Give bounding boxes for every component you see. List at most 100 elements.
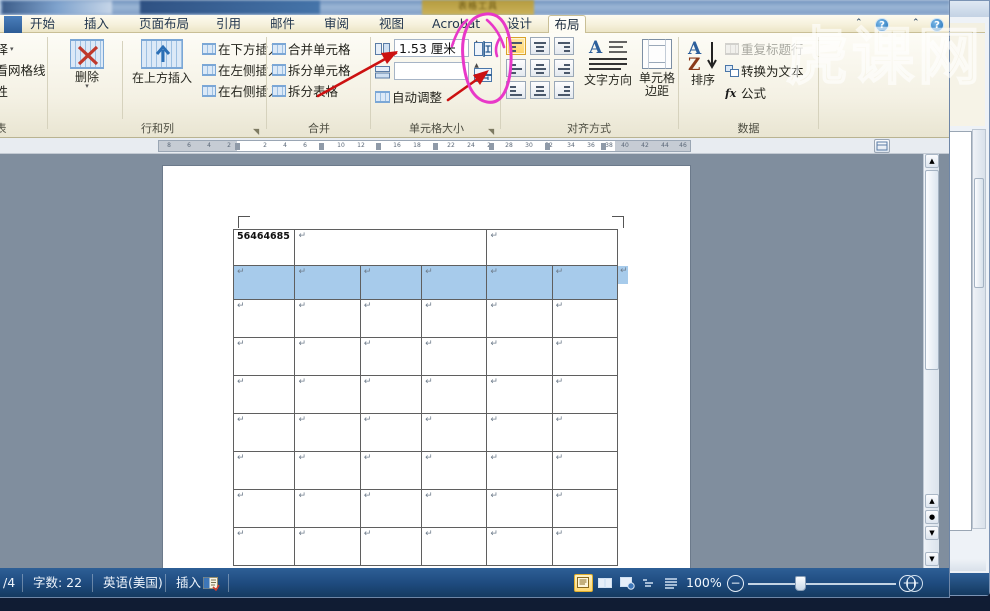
status-bar[interactable]: /4 字数: 22 英语(美国) 插入 100% − + xyxy=(0,568,949,597)
table-cell[interactable]: ↵ xyxy=(294,229,488,266)
table-cell[interactable]: ↵ xyxy=(486,413,553,452)
minimize-ribbon-icon[interactable]: ⌃ xyxy=(855,18,863,28)
zoom-slider-track[interactable] xyxy=(748,583,896,585)
table-row[interactable]: ↵ ↵ ↵ ↵ ↵ ↵ xyxy=(232,413,619,452)
table-cell[interactable]: ↵ xyxy=(486,451,553,490)
table-cell[interactable]: ↵ xyxy=(486,299,553,338)
table-cell[interactable]: ↵ xyxy=(421,413,488,452)
table-cell[interactable]: ↵ xyxy=(232,337,296,376)
ruler-column-marker[interactable] xyxy=(376,143,381,150)
text-direction-button[interactable]: A 文字方向 xyxy=(579,37,637,87)
autofit-button[interactable]: 自动调整 xyxy=(375,87,442,106)
align-middle-center-button[interactable] xyxy=(530,59,550,77)
distribute-columns-button[interactable] xyxy=(472,65,494,85)
table-cell[interactable]: ↵ xyxy=(421,527,488,566)
table-cell[interactable]: ↵ xyxy=(294,299,361,338)
table-cell[interactable]: ↵ xyxy=(294,337,361,376)
table-cell[interactable]: ↵ xyxy=(421,265,488,300)
convert-to-text-button[interactable]: 转换为文本 xyxy=(725,61,804,80)
ribbon-group-table[interactable]: 选择 ▾ 查看网格线 属性 表 xyxy=(0,33,46,138)
table-cell[interactable]: ↵ xyxy=(551,527,619,566)
document-page[interactable]: 56464685 ↵ ↵ ↵ ↵ ↵ ↵ ↵ ↵ ↵ ↵ ↵ ↵ ↵ ↵ ↵ ↵… xyxy=(163,166,690,568)
table-cell[interactable]: ↵ xyxy=(486,489,553,528)
document-table[interactable]: 56464685 ↵ ↵ ↵ ↵ ↵ ↵ ↵ ↵ ↵ ↵ ↵ ↵ ↵ ↵ ↵ ↵… xyxy=(232,229,619,566)
table-cell[interactable]: ↵ xyxy=(421,489,488,528)
ruler-toggle-button[interactable] xyxy=(874,139,890,153)
zoom-level-label[interactable]: 100% xyxy=(686,568,722,597)
align-top-center-button[interactable] xyxy=(530,37,550,55)
table-cell[interactable]: ↵ xyxy=(551,489,619,528)
web-layout-view-button[interactable] xyxy=(618,574,637,592)
align-bottom-center-button[interactable] xyxy=(530,81,550,99)
scroll-up-button[interactable]: ▲ xyxy=(925,154,939,168)
align-middle-left-button[interactable] xyxy=(506,59,526,77)
delete-table-button[interactable]: 删除 ▾ xyxy=(58,39,116,90)
language-indicator[interactable]: 英语(美国) xyxy=(96,568,170,597)
draft-view-button[interactable] xyxy=(662,574,681,592)
file-tab[interactable] xyxy=(4,16,22,33)
table-cell[interactable]: ↵ xyxy=(294,489,361,528)
ribbon-group-merge[interactable]: 合并单元格 拆分单元格 拆分表格 合并 xyxy=(269,33,369,138)
table-cell[interactable]: ↵ xyxy=(551,451,619,490)
tab-review[interactable]: 审阅 xyxy=(320,15,353,33)
table-cell[interactable]: ↵ xyxy=(232,489,296,528)
table-cell-number[interactable]: 56464685 xyxy=(232,229,296,266)
page-number-indicator[interactable]: /4 xyxy=(0,568,22,597)
formula-button[interactable]: fx 公式 xyxy=(724,83,766,102)
table-cell[interactable]: ↵ xyxy=(232,413,296,452)
table-row[interactable]: 56464685 ↵ ↵ xyxy=(232,229,618,266)
table-cell[interactable]: ↵ xyxy=(232,451,296,490)
background-minimize-ribbon-icon[interactable]: ⌃ xyxy=(912,18,920,28)
table-cell[interactable]: ↵ xyxy=(421,337,488,376)
table-cell[interactable]: ↵ xyxy=(486,337,553,376)
table-cell[interactable]: ↵ xyxy=(551,299,619,338)
ruler-column-marker[interactable] xyxy=(433,143,438,150)
table-cell[interactable]: ↵ xyxy=(359,299,423,338)
ruler-column-marker[interactable] xyxy=(319,143,324,150)
table-cell[interactable]: ↵ xyxy=(359,527,423,566)
next-page-button[interactable]: ▼ xyxy=(925,526,939,540)
ruler-column-marker[interactable] xyxy=(489,143,494,150)
tab-view[interactable]: 视图 xyxy=(375,15,408,33)
previous-page-button[interactable]: ▲ xyxy=(925,494,939,508)
background-window-scrollbar[interactable] xyxy=(972,129,986,529)
quick-access-toolbar[interactable] xyxy=(2,1,112,14)
align-bottom-right-button[interactable] xyxy=(554,81,574,99)
table-row[interactable]: ↵ ↵ ↵ ↵ ↵ ↵ xyxy=(232,299,619,338)
table-cell[interactable]: ↵ xyxy=(486,527,553,566)
tab-insert[interactable]: 插入 xyxy=(80,15,113,33)
table-cell[interactable]: ↵ xyxy=(232,527,296,566)
table-cell[interactable]: ↵ xyxy=(232,299,296,338)
proofing-errors-icon[interactable] xyxy=(203,576,220,592)
word-main-window[interactable]: 表格工具 开始 插入 页面布局 引用 邮件 审阅 视图 Acrobat 设计 布… xyxy=(0,0,950,598)
align-middle-right-button[interactable] xyxy=(554,59,574,77)
table-cell[interactable]: ↵ xyxy=(359,337,423,376)
sort-button[interactable]: A Z 排序 xyxy=(685,37,721,87)
split-cells-button[interactable]: 拆分单元格 xyxy=(272,60,351,79)
table-row[interactable]: ↵ ↵ ↵ ↵ ↵ ↵ xyxy=(232,489,619,528)
table-cell[interactable]: ↵ xyxy=(421,375,488,414)
word-count-indicator[interactable]: 字数: 22 xyxy=(26,568,89,597)
tab-page-layout[interactable]: 页面布局 xyxy=(135,15,193,33)
full-screen-reading-view-button[interactable] xyxy=(596,574,615,592)
table-properties-button[interactable]: 属性 xyxy=(0,81,8,100)
tab-home[interactable]: 开始 xyxy=(26,15,59,33)
table-row[interactable]: ↵ ↵ ↵ ↵ ↵ ↵ xyxy=(232,451,619,490)
align-top-left-button[interactable] xyxy=(506,37,526,55)
outline-view-button[interactable] xyxy=(640,574,659,592)
table-cell[interactable]: ↵ xyxy=(486,375,553,414)
table-cell[interactable]: ↵ xyxy=(359,451,423,490)
table-cell[interactable]: ↵ xyxy=(421,451,488,490)
distribute-rows-button[interactable] xyxy=(472,39,494,59)
table-row[interactable]: ↵ ↵ ↵ ↵ ↵ ↵ xyxy=(232,375,619,414)
ribbon-group-data[interactable]: A Z 排序 重复标题行 转换为文本 fx 公式 数据 xyxy=(681,33,816,138)
table-cell[interactable]: ↵ xyxy=(359,265,423,300)
print-layout-view-button[interactable] xyxy=(574,574,593,592)
tab-acrobat[interactable]: Acrobat xyxy=(428,15,484,33)
vertical-scrollbar-thumb[interactable] xyxy=(925,170,939,370)
split-table-button[interactable]: 拆分表格 xyxy=(272,81,338,100)
table-cell[interactable]: ↵ xyxy=(232,265,296,300)
cell-size-dialog-launcher[interactable]: ◥ xyxy=(488,127,497,136)
zoom-slider-handle[interactable] xyxy=(795,576,806,591)
table-cell[interactable]: ↵ xyxy=(551,375,619,414)
